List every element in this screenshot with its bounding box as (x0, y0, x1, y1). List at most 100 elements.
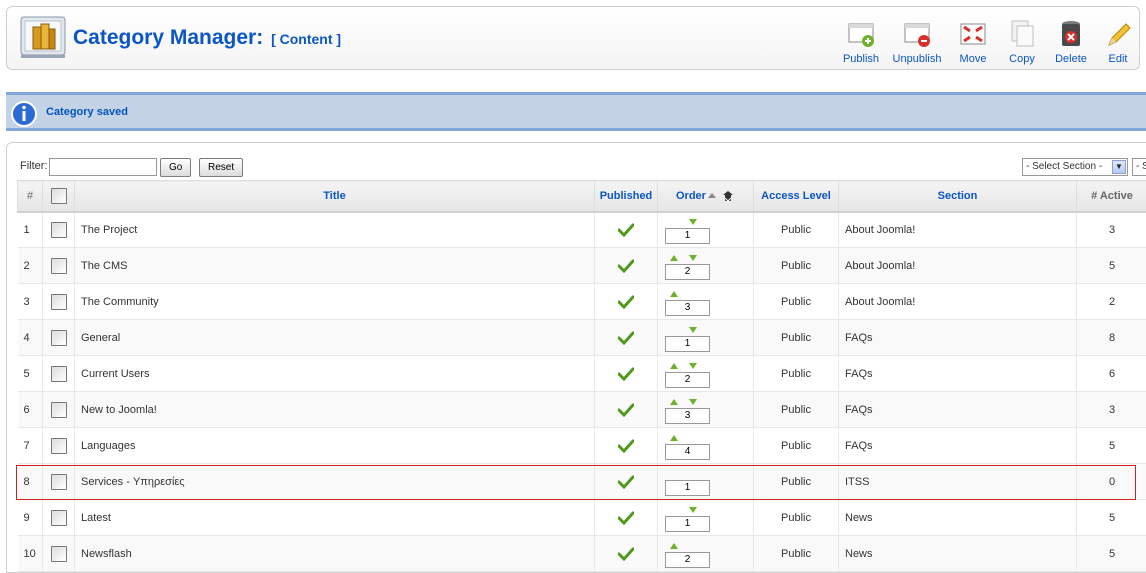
second-filter-select[interactable]: - S (1132, 158, 1146, 176)
move-button[interactable]: Move (945, 17, 1001, 67)
order-input[interactable]: 1 (665, 479, 710, 496)
move-down-icon[interactable] (688, 326, 697, 333)
row-checkbox[interactable] (51, 365, 67, 382)
row-checkbox[interactable] (51, 545, 67, 562)
row-section-link[interactable]: FAQs (838, 427, 1077, 464)
row-section-link[interactable]: News (838, 535, 1077, 572)
move-up-icon[interactable] (669, 434, 678, 441)
published-check-icon[interactable] (618, 367, 634, 381)
published-check-icon[interactable] (618, 295, 634, 309)
row-access-link[interactable]: Public (753, 283, 839, 320)
order-input[interactable]: 1 (665, 515, 710, 532)
order-input[interactable]: 1 (665, 335, 710, 352)
move-up-icon[interactable] (669, 362, 678, 369)
row-access-link[interactable]: Public (753, 211, 839, 248)
published-check-icon[interactable] (618, 331, 634, 345)
table-row[interactable]: 9 Latest 1 Public News 5 (17, 499, 1146, 536)
table-row[interactable]: 8 Services - Υπηρεσίες 1 Public ITSS 0 (17, 463, 1146, 500)
row-checkbox[interactable] (51, 293, 67, 310)
row-checkbox[interactable] (51, 329, 67, 346)
section-select[interactable]: - Select Section - ▼ (1022, 158, 1128, 176)
publish-button[interactable]: Publish (833, 17, 889, 67)
row-title-link[interactable]: New to Joomla! (74, 391, 595, 428)
table-row[interactable]: 10 Newsflash 2 Public News 5 (17, 535, 1146, 572)
table-row[interactable]: 7 Languages 4 Public FAQs 5 (17, 427, 1146, 464)
row-title-link[interactable]: Newsflash (74, 535, 595, 572)
row-checkbox[interactable] (51, 221, 67, 238)
published-check-icon[interactable] (618, 259, 634, 273)
row-section-link[interactable]: About Joomla! (838, 247, 1077, 284)
column-header-section[interactable]: Section (838, 180, 1077, 213)
order-input[interactable]: 2 (665, 263, 710, 280)
row-checkbox[interactable] (51, 473, 67, 490)
move-down-icon[interactable] (688, 218, 697, 225)
column-header-published[interactable]: Published (594, 180, 658, 213)
go-button[interactable]: Go (160, 158, 192, 177)
published-check-icon[interactable] (618, 403, 634, 417)
row-section-link[interactable]: FAQs (838, 355, 1077, 392)
move-down-icon[interactable] (688, 398, 697, 405)
row-section-link[interactable]: FAQs (838, 319, 1077, 356)
unpublish-button[interactable]: Unpublish (889, 17, 945, 67)
row-section-link[interactable]: About Joomla! (838, 283, 1077, 320)
published-check-icon[interactable] (618, 511, 634, 525)
published-check-icon[interactable] (618, 439, 634, 453)
move-down-icon[interactable] (688, 506, 697, 513)
move-down-icon[interactable] (688, 362, 697, 369)
row-access-link[interactable]: Public (753, 427, 839, 464)
row-access-link[interactable]: Public (753, 319, 839, 356)
table-row[interactable]: 3 The Community 3 Public About Joomla! 2 (17, 283, 1146, 320)
published-check-icon[interactable] (618, 475, 634, 489)
order-input[interactable]: 2 (665, 371, 710, 388)
row-title-link[interactable]: The Community (74, 283, 595, 320)
order-input[interactable]: 2 (665, 551, 710, 568)
move-up-icon[interactable] (669, 398, 678, 405)
move-up-icon[interactable] (669, 290, 678, 297)
row-title-link[interactable]: Services - Υπηρεσίες (74, 463, 595, 500)
column-header-order[interactable]: Order (657, 180, 754, 213)
row-checkbox[interactable] (51, 401, 67, 418)
published-check-icon[interactable] (618, 547, 634, 561)
filter-input[interactable] (49, 158, 157, 176)
row-title-link[interactable]: Current Users (74, 355, 595, 392)
row-title-link[interactable]: General (74, 319, 595, 356)
row-section-link[interactable]: About Joomla! (838, 211, 1077, 248)
table-row[interactable]: 4 General 1 Public FAQs 8 (17, 319, 1146, 356)
row-section-link[interactable]: ITSS (838, 463, 1077, 500)
table-row[interactable]: 1 The Project 1 Public About Joomla! 3 (17, 211, 1146, 248)
row-access-link[interactable]: Public (753, 247, 839, 284)
edit-button[interactable]: Edit (1090, 17, 1146, 67)
save-order-icon[interactable] (721, 189, 735, 203)
row-checkbox[interactable] (51, 437, 67, 454)
row-section-link[interactable]: News (838, 499, 1077, 536)
table-row[interactable]: 5 Current Users 2 Public FAQs 6 (17, 355, 1146, 392)
table-row[interactable]: 2 The CMS 2 Public About Joomla! 5 (17, 247, 1146, 284)
column-header-title[interactable]: Title (74, 180, 595, 213)
row-access-link[interactable]: Public (753, 499, 839, 536)
copy-button[interactable]: Copy (994, 17, 1050, 67)
row-checkbox[interactable] (51, 257, 67, 274)
order-input[interactable]: 3 (665, 407, 710, 424)
select-all-checkbox[interactable] (50, 187, 67, 204)
row-checkbox[interactable] (51, 509, 67, 526)
row-title-link[interactable]: Languages (74, 427, 595, 464)
row-access-link[interactable]: Public (753, 355, 839, 392)
move-down-icon[interactable] (688, 254, 697, 261)
row-number: 2 (17, 247, 43, 284)
row-title-link[interactable]: The Project (74, 211, 595, 248)
order-input[interactable]: 3 (665, 299, 710, 316)
table-row[interactable]: 6 New to Joomla! 3 Public FAQs 3 (17, 391, 1146, 428)
row-title-link[interactable]: The CMS (74, 247, 595, 284)
order-input[interactable]: 1 (665, 227, 710, 244)
row-section-link[interactable]: FAQs (838, 391, 1077, 428)
move-up-icon[interactable] (669, 542, 678, 549)
row-title-link[interactable]: Latest (74, 499, 595, 536)
published-check-icon[interactable] (618, 223, 634, 237)
reset-button[interactable]: Reset (199, 158, 244, 177)
row-access-link[interactable]: Public (753, 391, 839, 428)
row-access-link[interactable]: Public (753, 535, 839, 572)
column-header-access[interactable]: Access Level (753, 180, 839, 213)
row-access-link[interactable]: Public (753, 463, 839, 500)
move-up-icon[interactable] (669, 254, 678, 261)
order-input[interactable]: 4 (665, 443, 710, 460)
